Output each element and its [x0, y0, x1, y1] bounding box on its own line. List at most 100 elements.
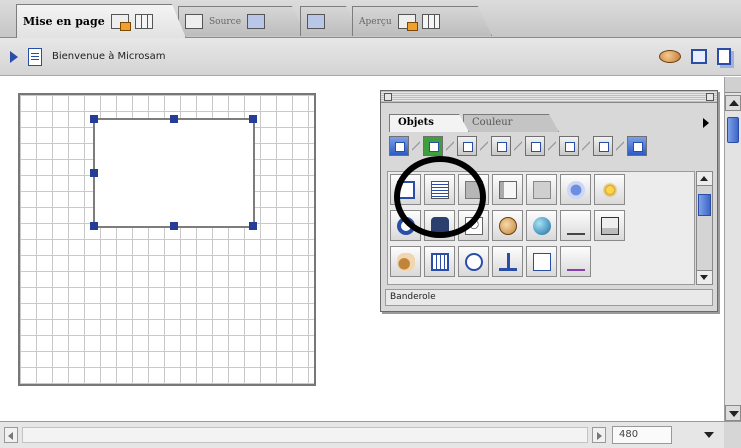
globe-icon: [533, 217, 551, 235]
speech-bubble-icon: [465, 253, 483, 271]
tab-apercu-label: Aperçu: [359, 16, 392, 27]
horizontal-scrollbar[interactable]: [22, 427, 588, 443]
palette-zoom-button[interactable]: [706, 93, 714, 101]
plugin-icon: [567, 181, 585, 199]
window-icon: [307, 14, 325, 29]
object-plugin[interactable]: [560, 174, 591, 205]
object-frame[interactable]: [390, 174, 421, 205]
zoom-dropdown-arrow-icon[interactable]: [704, 432, 714, 438]
object-printer[interactable]: [594, 210, 625, 241]
scroll-up-button[interactable]: [725, 95, 741, 111]
tab-source[interactable]: Source: [178, 6, 306, 36]
object-tag[interactable]: [560, 246, 591, 277]
object-flash[interactable]: [594, 174, 625, 205]
panel-icon: [499, 181, 517, 199]
frame-icon: [397, 181, 415, 199]
category-button-table[interactable]: [559, 136, 579, 156]
object-panel[interactable]: [492, 174, 523, 205]
preview-icon: [398, 14, 416, 29]
tab-mise-en-page-label: Mise en page: [23, 15, 105, 28]
object-gray-block[interactable]: [458, 174, 489, 205]
html-icon: [533, 253, 551, 271]
grid-icon: [135, 14, 153, 29]
resize-handle-bottom-left[interactable]: [90, 222, 98, 230]
gray-block-icon: [465, 181, 483, 199]
bottom-bar: 480: [0, 421, 741, 448]
scrollbar-head: [725, 77, 741, 93]
category-separator: [514, 136, 522, 156]
scroll-thumb[interactable]: [727, 117, 739, 143]
document-toolbar: Bienvenue à Microsam: [0, 38, 741, 76]
horizontal-rule-icon: [567, 217, 585, 235]
layout-icon: [111, 14, 129, 29]
printer-icon: [601, 217, 619, 235]
selected-frame[interactable]: [93, 118, 255, 228]
object-palette-brush[interactable]: [390, 246, 421, 277]
object-horizontal-rule[interactable]: [560, 210, 591, 241]
flash-icon: [601, 181, 619, 199]
category-separator: [548, 136, 556, 156]
object-shape[interactable]: [492, 210, 523, 241]
palette-close-button[interactable]: [384, 93, 392, 101]
resize-corner[interactable]: [724, 422, 741, 448]
disclosure-triangle-icon[interactable]: [10, 50, 18, 63]
category-button-form[interactable]: [457, 136, 477, 156]
category-button-link[interactable]: [627, 136, 647, 156]
object-anchor[interactable]: [492, 246, 523, 277]
tab-mise-en-page[interactable]: Mise en page: [16, 4, 186, 38]
resize-handle-top[interactable]: [170, 115, 178, 123]
tab-source-label: Source: [209, 16, 242, 27]
object-film[interactable]: [424, 246, 455, 277]
palette-category-row: [389, 136, 711, 158]
object-dial[interactable]: [458, 210, 489, 241]
palette-scroll-up-button[interactable]: [697, 172, 712, 186]
palette-scroll-down-button[interactable]: [697, 270, 712, 284]
category-separator: [446, 136, 454, 156]
frame-view-icon[interactable]: [691, 49, 707, 64]
paint-palette-icon: [397, 253, 415, 271]
palette-tab-objets[interactable]: Objets: [389, 114, 469, 132]
object-text-frame[interactable]: [424, 174, 455, 205]
plate-icon: [431, 217, 449, 235]
object-banner-plate[interactable]: [424, 210, 455, 241]
resize-handle-bottom-right[interactable]: [249, 222, 257, 230]
object-speech-bubble[interactable]: [458, 246, 489, 277]
category-button-layer[interactable]: [525, 136, 545, 156]
palette-scroll-thumb[interactable]: [698, 194, 711, 216]
resize-handle-top-left[interactable]: [90, 115, 98, 123]
page-view-icon[interactable]: [717, 48, 731, 65]
source-code-icon: [247, 14, 265, 29]
resize-handle-top-right[interactable]: [249, 115, 257, 123]
scroll-down-button[interactable]: [725, 405, 741, 421]
source-split-icon: [185, 14, 203, 29]
lemon-shape-icon[interactable]: [659, 50, 681, 63]
tab-apercu[interactable]: Aperçu: [352, 6, 492, 36]
anchor-icon: [499, 253, 517, 271]
resize-handle-bottom[interactable]: [170, 222, 178, 230]
resize-handle-left[interactable]: [90, 169, 98, 177]
palette-scrollbar[interactable]: [696, 171, 713, 285]
palette-tabs-more-arrow-icon[interactable]: [703, 118, 709, 128]
object-quicktime[interactable]: [390, 210, 421, 241]
preview-grid-icon: [422, 14, 440, 29]
category-button-script[interactable]: [593, 136, 613, 156]
object-grid: [387, 171, 695, 285]
vertical-scrollbar[interactable]: [724, 77, 741, 421]
objects-palette: Objets Couleur Banderole: [380, 90, 718, 312]
category-button-green[interactable]: [423, 136, 443, 156]
object-html[interactable]: [526, 246, 557, 277]
main-tab-strip: Mise en page Source Aperçu: [0, 0, 741, 38]
scroll-left-button[interactable]: [4, 427, 18, 443]
document-icon: [28, 47, 42, 66]
tab-source-extra[interactable]: [300, 6, 360, 36]
palette-title-bar[interactable]: [381, 91, 717, 103]
category-button-window[interactable]: [491, 136, 511, 156]
zoom-field[interactable]: 480: [612, 426, 672, 444]
scroll-right-button[interactable]: [592, 427, 606, 443]
object-unknown[interactable]: [526, 174, 557, 205]
palette-tab-couleur[interactable]: Couleur: [463, 114, 559, 132]
object-globe[interactable]: [526, 210, 557, 241]
category-button-select[interactable]: [389, 136, 409, 156]
category-separator: [412, 136, 420, 156]
tag-icon: [567, 253, 585, 271]
